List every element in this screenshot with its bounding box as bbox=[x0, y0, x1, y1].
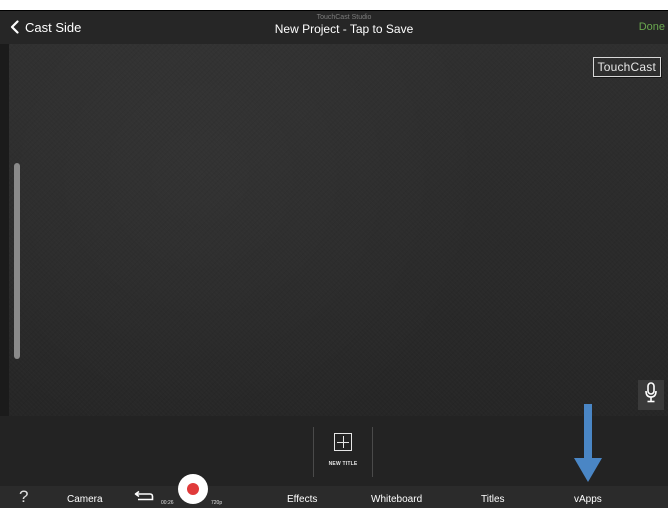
microphone-icon bbox=[644, 381, 658, 409]
quality-indicator[interactable]: 720p bbox=[211, 500, 222, 506]
tab-effects[interactable]: Effects bbox=[287, 494, 317, 505]
tab-camera[interactable]: Camera bbox=[67, 494, 103, 505]
drawer-handle[interactable] bbox=[14, 163, 20, 359]
tab-vapps[interactable]: vApps bbox=[574, 494, 602, 505]
video-canvas[interactable]: TouchCast bbox=[0, 44, 668, 416]
microphone-button[interactable] bbox=[638, 380, 664, 410]
app-subtitle: TouchCast Studio bbox=[316, 14, 372, 21]
new-title-button[interactable]: NEW TITLE bbox=[313, 427, 373, 477]
top-border bbox=[0, 0, 668, 11]
arrow-down-icon bbox=[573, 404, 603, 489]
chevron-left-icon bbox=[10, 20, 19, 34]
plus-icon bbox=[334, 433, 352, 451]
bottom-toolbar: ? Camera 00:26 720p Effects Whiteboard T… bbox=[0, 474, 668, 508]
record-button[interactable] bbox=[178, 474, 208, 504]
titles-panel: NEW TITLE bbox=[0, 416, 668, 486]
tab-whiteboard[interactable]: Whiteboard bbox=[371, 494, 422, 505]
project-title[interactable]: New Project - Tap to Save bbox=[184, 22, 504, 37]
done-button[interactable]: Done bbox=[639, 21, 665, 33]
touchcast-studio-window: Cast Side TouchCast Studio New Project -… bbox=[0, 0, 668, 508]
undo-icon[interactable] bbox=[134, 490, 154, 504]
help-icon[interactable]: ? bbox=[19, 487, 28, 507]
back-button[interactable]: Cast Side bbox=[10, 17, 81, 37]
navigation-bar: Cast Side TouchCast Studio New Project -… bbox=[0, 11, 668, 44]
tab-titles[interactable]: Titles bbox=[481, 494, 505, 505]
new-title-label: NEW TITLE bbox=[328, 461, 358, 467]
back-button-label: Cast Side bbox=[25, 19, 82, 35]
left-strip bbox=[0, 44, 9, 416]
title-block: TouchCast Studio New Project - Tap to Sa… bbox=[184, 13, 504, 37]
record-icon bbox=[187, 483, 199, 495]
recording-timer: 00:26 bbox=[161, 500, 174, 506]
touchcast-watermark: TouchCast bbox=[592, 57, 661, 77]
